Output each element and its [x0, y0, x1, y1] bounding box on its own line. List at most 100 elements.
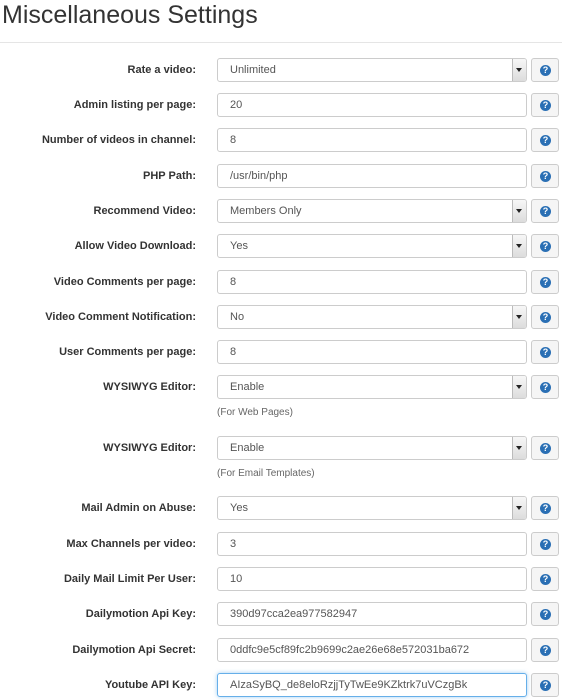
setting-label: Admin listing per page: [73, 99, 196, 111]
setting-label: Dailymotion Api Key: [85, 608, 196, 620]
question-icon: ? [540, 645, 551, 656]
help-button[interactable]: ? [531, 93, 559, 117]
setting-row: Allow Video Download: Yes? [0, 234, 562, 258]
setting-row: Daily Mail Limit Per User: 10? [0, 567, 562, 591]
question-icon: ? [540, 135, 551, 146]
help-button[interactable]: ? [531, 496, 559, 520]
setting-hint: (For Web Pages) [217, 407, 293, 418]
chevron-down-icon [516, 244, 522, 248]
help-button[interactable]: ? [531, 128, 559, 152]
help-button[interactable]: ? [531, 638, 559, 662]
setting-select[interactable]: Members Only [217, 199, 527, 223]
chevron-down-icon [516, 68, 522, 72]
chevron-down-icon [516, 446, 522, 450]
help-button[interactable]: ? [531, 532, 559, 556]
title-divider [0, 42, 562, 43]
setting-value: 8 [230, 276, 237, 288]
setting-label: Mail Admin on Abuse: [81, 502, 196, 514]
setting-value: /usr/bin/php [230, 170, 288, 182]
setting-label: Max Channels per video: [66, 538, 196, 550]
setting-value: 10 [230, 573, 243, 585]
setting-input[interactable]: AIzaSyBQ_de8eloRzjjTyTwEe9KZktrk7uVCzgBk [217, 673, 527, 697]
setting-input[interactable]: 8 [217, 270, 527, 294]
question-icon: ? [540, 539, 551, 550]
question-icon: ? [540, 65, 551, 76]
setting-value: 20 [230, 99, 243, 111]
setting-row: Video Comments per page: 8? [0, 270, 562, 294]
question-icon: ? [540, 443, 551, 454]
question-icon: ? [540, 574, 551, 585]
help-button[interactable]: ? [531, 436, 559, 460]
dropdown-toggle[interactable] [512, 200, 526, 222]
help-button[interactable]: ? [531, 375, 559, 399]
setting-label: User Comments per page: [59, 346, 196, 358]
setting-input[interactable]: 10 [217, 567, 527, 591]
setting-input[interactable]: 390d97cca2ea977582947 [217, 602, 527, 626]
question-icon: ? [540, 609, 551, 620]
setting-row: Video Comment Notification: No? [0, 305, 562, 329]
dropdown-toggle[interactable] [512, 306, 526, 328]
question-icon: ? [540, 680, 551, 691]
help-button[interactable]: ? [531, 602, 559, 626]
help-button[interactable]: ? [531, 305, 559, 329]
dropdown-toggle[interactable] [512, 376, 526, 398]
setting-value: 3 [230, 538, 237, 550]
page-title: Miscellaneous Settings [2, 1, 258, 29]
setting-label: Allow Video Download: [74, 240, 196, 252]
setting-label: Video Comment Notification: [45, 311, 196, 323]
help-button[interactable]: ? [531, 270, 559, 294]
setting-value: Yes [230, 502, 248, 514]
setting-row: WYSIWYG Editor: Enable? (For Email Templat… [0, 436, 562, 479]
question-icon: ? [540, 171, 551, 182]
setting-select[interactable]: No [217, 305, 527, 329]
help-button[interactable]: ? [531, 673, 559, 697]
setting-row: Rate a video: Unlimited? [0, 58, 562, 82]
help-button[interactable]: ? [531, 164, 559, 188]
dropdown-toggle[interactable] [512, 497, 526, 519]
question-icon: ? [540, 100, 551, 111]
dropdown-toggle[interactable] [512, 235, 526, 257]
setting-label: Rate a video: [127, 64, 196, 76]
help-button[interactable]: ? [531, 234, 559, 258]
setting-value: 8 [230, 346, 237, 358]
help-button[interactable]: ? [531, 567, 559, 591]
setting-row: Mail Admin on Abuse: Yes? [0, 496, 562, 520]
question-icon: ? [540, 312, 551, 323]
setting-select[interactable]: Unlimited [217, 58, 527, 82]
setting-row: PHP Path: /usr/bin/php? [0, 164, 562, 188]
help-button[interactable]: ? [531, 58, 559, 82]
setting-input[interactable]: 3 [217, 532, 527, 556]
setting-input[interactable]: /usr/bin/php [217, 164, 527, 188]
help-button[interactable]: ? [531, 340, 559, 364]
help-button[interactable]: ? [531, 199, 559, 223]
setting-row: Max Channels per video: 3? [0, 532, 562, 556]
setting-value: Enable [230, 381, 265, 393]
setting-label: PHP Path: [143, 170, 196, 182]
setting-input[interactable]: 8 [217, 128, 527, 152]
question-icon: ? [540, 241, 551, 252]
setting-input[interactable]: 0ddfc9e5cf89fc2b9699c2ae26e68e572031ba67… [217, 638, 527, 662]
setting-hint: (For Email Templates) [217, 468, 315, 479]
question-icon: ? [540, 347, 551, 358]
setting-input[interactable]: 20 [217, 93, 527, 117]
setting-value: 0ddfc9e5cf89fc2b9699c2ae26e68e572031ba67… [230, 644, 470, 656]
dropdown-toggle[interactable] [512, 437, 526, 459]
setting-value: Unlimited [230, 64, 276, 76]
setting-select[interactable]: Enable [217, 375, 527, 399]
setting-input[interactable]: 8 [217, 340, 527, 364]
setting-row: Dailymotion Api Key: 390d97cca2ea97758294… [0, 602, 562, 626]
setting-select[interactable]: Enable [217, 436, 527, 460]
setting-label: Recommend Video: [93, 205, 197, 217]
setting-value: Enable [230, 442, 265, 454]
question-icon: ? [540, 503, 551, 514]
setting-select[interactable]: Yes [217, 496, 527, 520]
setting-label: WYSIWYG Editor: [103, 381, 196, 393]
chevron-down-icon [516, 315, 522, 319]
setting-select[interactable]: Yes [217, 234, 527, 258]
setting-row: Youtube API Key: AIzaSyBQ_de8eloRzjjTyTwE… [0, 673, 562, 697]
dropdown-toggle[interactable] [512, 59, 526, 81]
setting-row: Recommend Video: Members Only? [0, 199, 562, 223]
chevron-down-icon [516, 209, 522, 213]
setting-value: 8 [230, 134, 237, 146]
question-icon: ? [540, 382, 551, 393]
